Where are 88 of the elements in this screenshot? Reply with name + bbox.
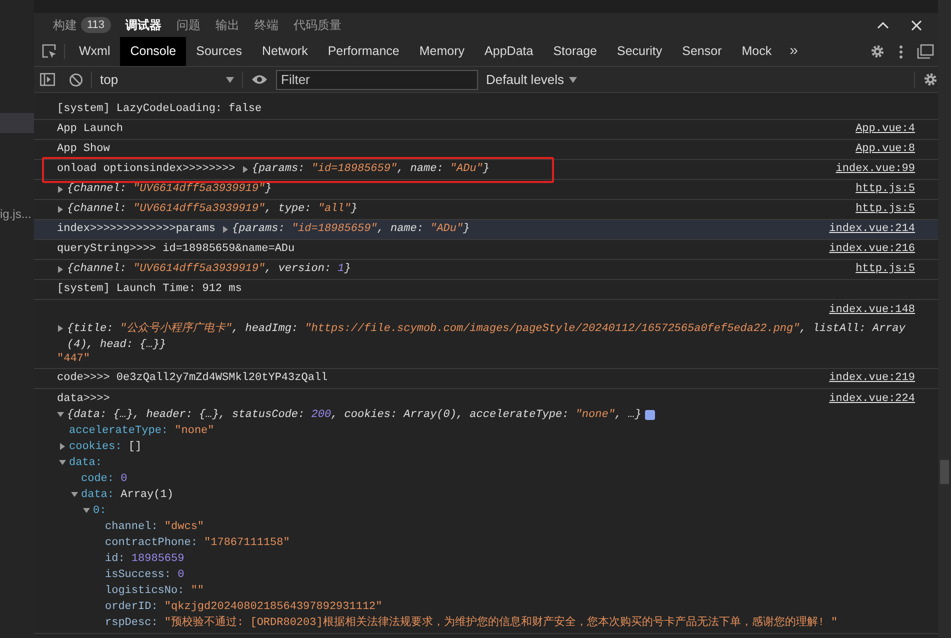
log-message: data>>>> [57, 392, 110, 407]
object-property: channel: "dwcs" [105, 520, 204, 535]
context-select[interactable]: top [100, 70, 234, 90]
object-property: accelerateType: "none" [69, 424, 214, 439]
filter-field[interactable]: Filter [276, 70, 478, 90]
source-link[interactable]: index.vue:224 [829, 391, 915, 407]
close-icon[interactable] [911, 20, 922, 30]
source-link[interactable]: App.vue:8 [856, 142, 915, 157]
object-property: contractPhone: "17867111158" [105, 536, 290, 551]
object-property: orderID: "qkzjgd2024080218564397892931112" [105, 600, 382, 615]
source-link[interactable]: http.js:5 [856, 262, 915, 277]
more-options-icon[interactable] [899, 44, 903, 58]
object-preview: {params: "id=18985659", name: "ADu"} [232, 222, 470, 237]
inspect-icon[interactable] [42, 44, 56, 59]
object-property: data: [69, 456, 102, 471]
clear-console-icon[interactable] [69, 72, 83, 86]
devtools-tab[interactable]: Console [120, 37, 186, 66]
devtools-tab[interactable]: Performance [318, 37, 410, 66]
devtools-tab[interactable]: AppData [474, 37, 544, 66]
panel-tab[interactable]: 输出 [216, 16, 240, 34]
panel-tab[interactable]: 问题 [176, 16, 201, 34]
object-property: rspDesc: "预校验不通过: [ORDR80203]根据相关法律法规要求，为维护您的信息和财产安全，您本次购买的号卡产品无法下单，感谢您的理解! " [105, 615, 838, 631]
log-message: App Show [57, 142, 110, 157]
devtools-tab[interactable]: Sources [186, 37, 252, 66]
settings-icon[interactable] [870, 44, 885, 59]
source-link[interactable]: http.js:5 [856, 202, 915, 217]
source-link[interactable]: index.vue:216 [829, 242, 915, 257]
source-link[interactable]: App.vue:4 [856, 122, 915, 137]
panel-tab[interactable]: 构建 [53, 16, 77, 34]
object-property: isSuccess: 0 [105, 568, 184, 583]
expand-triangle-icon[interactable] [222, 226, 230, 233]
collapse-triangle-icon[interactable] [57, 411, 64, 418]
dropdown-caret-icon [569, 76, 578, 82]
source-link[interactable]: index.vue:148 [829, 302, 915, 318]
file-name-fragment: ig.js... [0, 206, 32, 223]
devtools-tab[interactable]: Storage [543, 37, 607, 66]
panel-tab[interactable]: 代码质量 [294, 16, 342, 34]
object-preview: {channel: "UV6614dff5a3939919"} [67, 182, 272, 197]
collapse-triangle-icon[interactable] [83, 507, 90, 514]
object-preview: {channel: "UV6614dff5a3939919", type: "all"} [67, 202, 358, 217]
expand-triangle-icon[interactable] [57, 206, 64, 213]
object-preview: {data: {…}, header: {…}, statusCode: 200, cookies: Array(0), accelerateType: "none", …} [67, 408, 642, 423]
devtools-tab[interactable]: Mock [732, 37, 782, 66]
log-message: [system] LazyCodeLoading: false [57, 102, 262, 117]
object-preview: {params: "id=18985659", name: "ADu"} [252, 162, 490, 177]
devtools-tab[interactable]: Sensor [672, 37, 732, 66]
object-preview: {title: "公众号小程序广电卡", headImg: "https://file.scymob.com/images/pageStyle/20240112/16572565a0fef5eda22.png", listAll: Array(4), head: {…}} [67, 321, 906, 353]
devtools-tab[interactable]: Security [606, 37, 672, 66]
object-property: data: Array(1) [81, 488, 174, 503]
count-badge: 113 [81, 17, 111, 33]
object-property: code: 0 [81, 472, 128, 487]
log-message: index>>>>>>>>>>>>>params [57, 222, 216, 237]
eye-icon[interactable] [251, 74, 268, 85]
dock-icon[interactable] [917, 44, 934, 59]
object-property: cookies: [] [69, 440, 142, 455]
expand-triangle-icon[interactable] [57, 325, 64, 332]
log-message: App Launch [57, 122, 124, 137]
expand-triangle-icon[interactable] [57, 266, 64, 273]
collapse-triangle-icon[interactable] [59, 459, 66, 466]
more-tabs-button[interactable]: » [790, 37, 798, 66]
scrollbar-thumb[interactable] [940, 460, 949, 484]
devtools-tab[interactable]: Wxml [69, 37, 120, 66]
source-link[interactable]: http.js:5 [856, 182, 915, 197]
collapse-triangle-icon[interactable] [71, 491, 78, 498]
devtools-tab[interactable]: Memory [409, 37, 475, 66]
object-property: logisticsNo: "" [105, 584, 204, 599]
source-link[interactable]: index.vue:99 [836, 162, 915, 177]
source-link[interactable]: index.vue:219 [829, 371, 915, 386]
panel-tab[interactable]: 终端 [254, 16, 279, 34]
expand-triangle-icon[interactable] [59, 443, 66, 450]
source-link[interactable]: index.vue:214 [829, 222, 915, 237]
object-property: id: 18985659 [105, 552, 184, 567]
sidebar-toggle-icon[interactable] [40, 73, 55, 86]
chevron-up-icon[interactable] [877, 21, 889, 29]
console-settings-icon[interactable] [923, 72, 938, 87]
log-message: queryString>>>> id=18985659&name=ADu [57, 242, 295, 257]
panel-tab[interactable]: 调试器 [126, 16, 162, 34]
object-preview: {channel: "UV6614dff5a3939919", version: 1} [67, 262, 351, 277]
log-levels-dropdown[interactable]: Default levels [486, 70, 578, 90]
dropdown-caret-icon [226, 76, 234, 82]
log-message: code>>>> 0e3zQall2y7mZd4WSMkl20tYP43zQall [57, 371, 328, 386]
string-value: "447" [57, 353, 92, 366]
log-message: onload optionsindex>>>>>>>> [57, 162, 236, 177]
expand-triangle-icon[interactable] [242, 166, 249, 173]
devtools-tab[interactable]: Network [252, 37, 318, 66]
log-message: [system] Launch Time: 912 ms [57, 282, 242, 297]
expand-triangle-icon[interactable] [57, 186, 64, 193]
object-property: 0: [93, 504, 106, 519]
